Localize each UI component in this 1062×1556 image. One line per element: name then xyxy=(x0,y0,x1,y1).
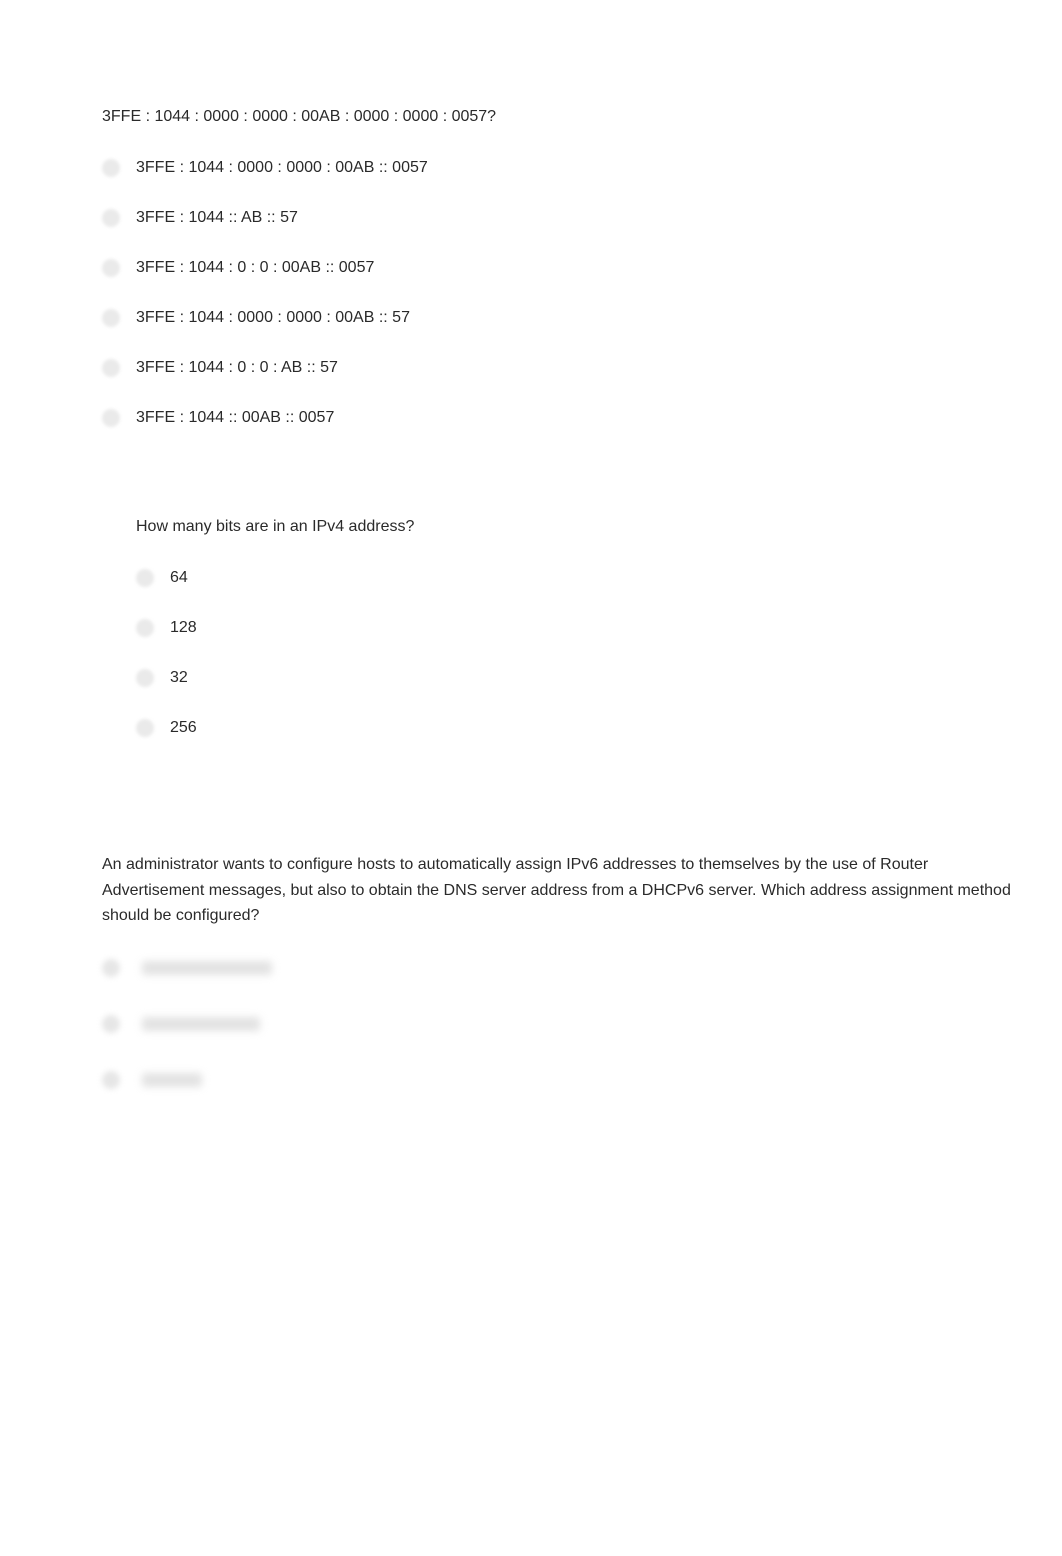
radio-icon[interactable] xyxy=(102,259,120,277)
radio-icon[interactable] xyxy=(136,719,154,737)
option-row[interactable]: 3FFE : 1044 : 0000 : 0000 : 00AB :: 57 xyxy=(102,309,1062,327)
option-row[interactable]: 3FFE : 1044 : 0000 : 0000 : 00AB :: 0057 xyxy=(102,159,1062,177)
option-label: 32 xyxy=(170,669,188,687)
option-row[interactable]: 256 xyxy=(136,719,1062,737)
page-content: 3FFE : 1044 : 0000 : 0000 : 00AB : 0000 … xyxy=(0,0,1062,1089)
option-row[interactable]: 3FFE : 1044 :: AB :: 57 xyxy=(102,209,1062,227)
question-block-3: An administrator wants to configure host… xyxy=(0,797,1062,1089)
radio-icon[interactable] xyxy=(102,159,120,177)
option-row[interactable]: 3FFE : 1044 :: 00AB :: 0057 xyxy=(102,409,1062,427)
blurred-option-label xyxy=(142,1017,260,1031)
question-text: An administrator wants to configure host… xyxy=(0,852,1062,929)
question-block-1: 3FFE : 1044 : 0000 : 0000 : 00AB : 0000 … xyxy=(0,105,1062,427)
radio-icon[interactable] xyxy=(102,309,120,327)
radio-icon[interactable] xyxy=(136,619,154,637)
option-label: 3FFE : 1044 :: AB :: 57 xyxy=(136,209,298,227)
option-label: 256 xyxy=(170,719,197,737)
radio-icon[interactable] xyxy=(102,359,120,377)
blurred-radio-icon xyxy=(102,1071,120,1089)
radio-icon[interactable] xyxy=(136,669,154,687)
blurred-option-label xyxy=(142,961,272,975)
question-block-2: How many bits are in an IPv4 address? 64… xyxy=(0,487,1062,737)
blurred-options-list xyxy=(0,959,1062,1089)
question-text: How many bits are in an IPv4 address? xyxy=(0,515,1062,539)
option-label: 3FFE : 1044 : 0000 : 0000 : 00AB :: 57 xyxy=(136,309,410,327)
options-list: 3FFE : 1044 : 0000 : 0000 : 00AB :: 0057… xyxy=(0,159,1062,427)
blurred-option-row xyxy=(102,1015,1062,1033)
option-label: 3FFE : 1044 : 0 : 0 : AB :: 57 xyxy=(136,359,338,377)
radio-icon[interactable] xyxy=(102,409,120,427)
options-list: 64 128 32 256 xyxy=(0,569,1062,737)
option-row[interactable]: 32 xyxy=(136,669,1062,687)
option-label: 64 xyxy=(170,569,188,587)
blurred-radio-icon xyxy=(102,1015,120,1033)
option-row[interactable]: 3FFE : 1044 : 0 : 0 : AB :: 57 xyxy=(102,359,1062,377)
option-label: 3FFE : 1044 : 0000 : 0000 : 00AB :: 0057 xyxy=(136,159,428,177)
option-row[interactable]: 64 xyxy=(136,569,1062,587)
radio-icon[interactable] xyxy=(136,569,154,587)
blurred-radio-icon xyxy=(102,959,120,977)
blurred-option-label xyxy=(142,1073,202,1087)
blurred-option-row xyxy=(102,959,1062,977)
question-text: 3FFE : 1044 : 0000 : 0000 : 00AB : 0000 … xyxy=(0,105,1062,129)
option-label: 3FFE : 1044 : 0 : 0 : 00AB :: 0057 xyxy=(136,259,374,277)
option-label: 128 xyxy=(170,619,197,637)
radio-icon[interactable] xyxy=(102,209,120,227)
blurred-option-row xyxy=(102,1071,1062,1089)
option-label: 3FFE : 1044 :: 00AB :: 0057 xyxy=(136,409,334,427)
option-row[interactable]: 128 xyxy=(136,619,1062,637)
option-row[interactable]: 3FFE : 1044 : 0 : 0 : 00AB :: 0057 xyxy=(102,259,1062,277)
